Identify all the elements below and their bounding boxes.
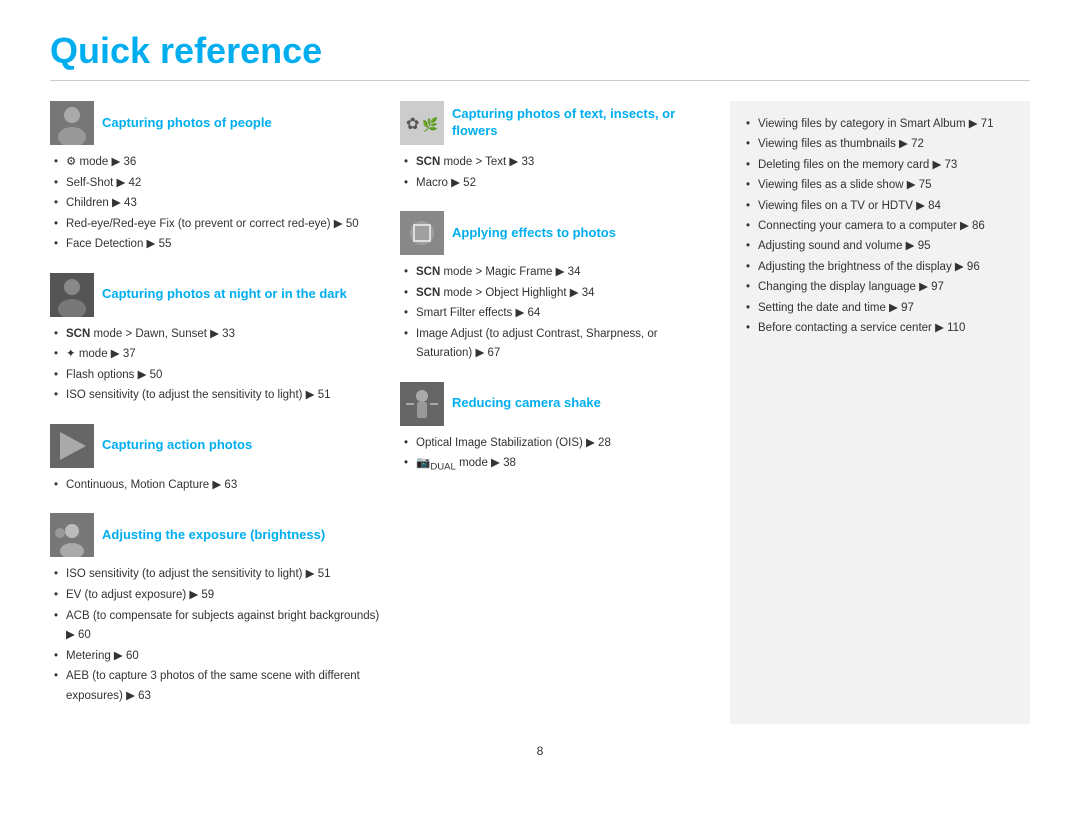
list-item: AEB (to capture 3 photos of the same sce… (54, 667, 380, 706)
section-night-body: SCN mode > Dawn, Sunset ▶ 33 ✦ mode ▶ 37… (50, 325, 380, 406)
section-people-body: ⚙ mode ▶ 36 Self-Shot ▶ 42 Children ▶ 43… (50, 153, 380, 255)
list-item: Smart Filter effects ▶ 64 (404, 304, 710, 324)
col-right: Viewing files by category in Smart Album… (730, 101, 1030, 724)
list-item: ⚙ mode ▶ 36 (54, 153, 380, 173)
section-text-body: SCN mode > Text ▶ 33 Macro ▶ 52 (400, 153, 710, 193)
section-exposure-body: ISO sensitivity (to adjust the sensitivi… (50, 565, 380, 706)
list-item: Changing the display language ▶ 97 (746, 278, 1014, 296)
thumb-exposure (50, 513, 94, 557)
col-left: Capturing photos of people ⚙ mode ▶ 36 S… (50, 101, 380, 724)
list-item: Adjusting the brightness of the display … (746, 258, 1014, 276)
list-item: Setting the date and time ▶ 97 (746, 299, 1014, 317)
list-item: Image Adjust (to adjust Contrast, Sharpn… (404, 325, 710, 364)
page-title: Quick reference (50, 30, 1030, 72)
section-effects-title: Applying effects to photos (452, 225, 616, 242)
section-shake-title: Reducing camera shake (452, 395, 601, 412)
section-shake-header: Reducing camera shake (400, 382, 710, 426)
list-item: Self-Shot ▶ 42 (54, 174, 380, 194)
list-item: Children ▶ 43 (54, 194, 380, 214)
main-layout: Capturing photos of people ⚙ mode ▶ 36 S… (50, 101, 1030, 724)
list-item: Viewing files by category in Smart Album… (746, 115, 1014, 133)
section-shake: Reducing camera shake Optical Image Stab… (400, 382, 710, 476)
list-item: SCN mode > Magic Frame ▶ 34 (404, 263, 710, 283)
list-item: Viewing files on a TV or HDTV ▶ 84 (746, 197, 1014, 215)
thumb-text: ✿ 🌿 (400, 101, 444, 145)
section-text-title: Capturing photos of text, insects, or fl… (452, 106, 710, 140)
section-exposure: Adjusting the exposure (brightness) ISO … (50, 513, 380, 706)
list-item: Connecting your camera to a computer ▶ 8… (746, 217, 1014, 235)
section-effects-body: SCN mode > Magic Frame ▶ 34 SCN mode > O… (400, 263, 710, 364)
section-effects: Applying effects to photos SCN mode > Ma… (400, 211, 710, 364)
section-action: Capturing action photos Continuous, Moti… (50, 424, 380, 496)
thumb-effects (400, 211, 444, 255)
thumb-night (50, 273, 94, 317)
section-action-header: Capturing action photos (50, 424, 380, 468)
section-people-title: Capturing photos of people (102, 115, 272, 132)
list-item: Continuous, Motion Capture ▶ 63 (54, 476, 380, 496)
list-item: Red-eye/Red-eye Fix (to prevent or corre… (54, 215, 380, 235)
section-exposure-header: Adjusting the exposure (brightness) (50, 513, 380, 557)
section-night-header: Capturing photos at night or in the dark (50, 273, 380, 317)
list-item: ISO sensitivity (to adjust the sensitivi… (54, 565, 380, 585)
section-people-header: Capturing photos of people (50, 101, 380, 145)
thumb-people (50, 101, 94, 145)
list-item: Optical Image Stabilization (OIS) ▶ 28 (404, 434, 710, 454)
list-item: Macro ▶ 52 (404, 174, 710, 194)
list-item: Face Detection ▶ 55 (54, 235, 380, 255)
svg-text:✿: ✿ (406, 116, 419, 133)
section-text-header: ✿ 🌿 Capturing photos of text, insects, o… (400, 101, 710, 145)
list-item: Metering ▶ 60 (54, 647, 380, 667)
list-item: SCN mode > Dawn, Sunset ▶ 33 (54, 325, 380, 345)
section-people: Capturing photos of people ⚙ mode ▶ 36 S… (50, 101, 380, 255)
list-item: Before contacting a service center ▶ 110 (746, 319, 1014, 337)
title-divider (50, 80, 1030, 81)
list-item: Adjusting sound and volume ▶ 95 (746, 237, 1014, 255)
thumb-action (50, 424, 94, 468)
section-shake-body: Optical Image Stabilization (OIS) ▶ 28 📷… (400, 434, 710, 476)
list-item: EV (to adjust exposure) ▶ 59 (54, 586, 380, 606)
list-item: ACB (to compensate for subjects against … (54, 607, 380, 646)
section-night-title: Capturing photos at night or in the dark (102, 286, 347, 303)
list-item: Viewing files as thumbnails ▶ 72 (746, 135, 1014, 153)
section-action-body: Continuous, Motion Capture ▶ 63 (50, 476, 380, 496)
section-exposure-title: Adjusting the exposure (brightness) (102, 527, 325, 544)
list-item: SCN mode > Text ▶ 33 (404, 153, 710, 173)
list-item: Viewing files as a slide show ▶ 75 (746, 176, 1014, 194)
page-number: 8 (50, 744, 1030, 758)
list-item: Flash options ▶ 50 (54, 366, 380, 386)
list-item: ✦ mode ▶ 37 (54, 345, 380, 365)
section-action-title: Capturing action photos (102, 437, 252, 454)
section-night: Capturing photos at night or in the dark… (50, 273, 380, 406)
list-item: SCN mode > Object Highlight ▶ 34 (404, 284, 710, 304)
section-effects-header: Applying effects to photos (400, 211, 710, 255)
list-item: ISO sensitivity (to adjust the sensitivi… (54, 386, 380, 406)
thumb-shake (400, 382, 444, 426)
section-text: ✿ 🌿 Capturing photos of text, insects, o… (400, 101, 710, 193)
list-item: Deleting files on the memory card ▶ 73 (746, 156, 1014, 174)
col-center: ✿ 🌿 Capturing photos of text, insects, o… (400, 101, 710, 724)
svg-text:🌿: 🌿 (422, 117, 438, 132)
list-item: 📷DUAL mode ▶ 38 (404, 454, 710, 476)
